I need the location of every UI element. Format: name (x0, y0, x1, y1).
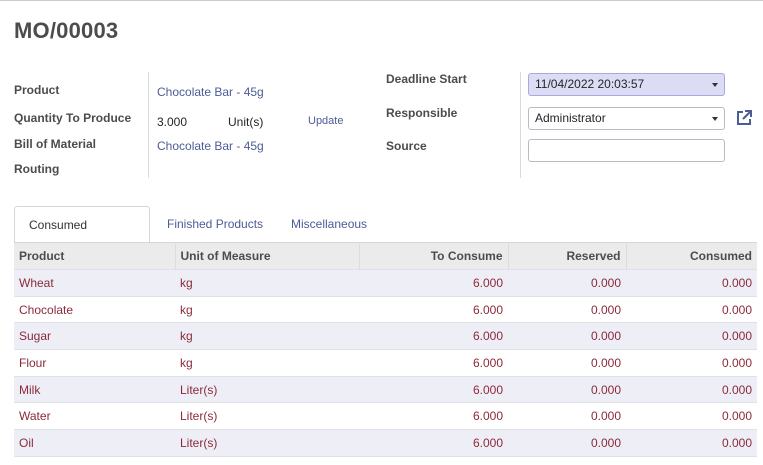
table-row[interactable]: Sugar kg 6.000 0.000 0.000 (14, 322, 757, 350)
cell-reserved: 0.000 (508, 349, 626, 377)
table-row[interactable]: Oil Liter(s) 6.000 0.000 0.000 (14, 429, 757, 457)
cell-uom: kg (175, 269, 359, 297)
cell-consumed: 0.000 (626, 402, 757, 430)
cell-to-consume: 6.000 (359, 429, 508, 457)
table-row[interactable]: Wheat kg 6.000 0.000 0.000 (14, 269, 757, 297)
cell-reserved: 0.000 (508, 375, 626, 403)
table-row[interactable]: Water Liter(s) 6.000 0.000 0.000 (14, 402, 757, 430)
cell-to-consume: 6.000 (359, 295, 508, 323)
cell-consumed: 0.000 (626, 295, 757, 323)
right-group-separator (520, 72, 521, 178)
cell-uom: kg (175, 322, 359, 350)
tab-miscellaneous[interactable]: Miscellaneous (277, 206, 381, 243)
bom-field[interactable]: Chocolate Bar - 45g (157, 139, 264, 153)
external-link-icon[interactable] (735, 109, 753, 127)
cell-reserved: 0.000 (508, 295, 626, 323)
cell-reserved: 0.000 (508, 269, 626, 297)
column-header-to-consume[interactable]: To Consume (359, 242, 509, 270)
cell-uom: kg (175, 295, 359, 323)
cell-product: Flour (14, 349, 175, 377)
product-field[interactable]: Chocolate Bar - 45g (157, 85, 264, 99)
table-row[interactable]: Milk Liter(s) 6.000 0.000 0.000 (14, 375, 757, 403)
routing-label: Routing (14, 162, 60, 176)
quantity-uom: Unit(s) (228, 115, 264, 129)
quantity-label: Quantity To Produce (14, 111, 132, 125)
consumed-materials-table: Product Unit of Measure To Consume Reser… (14, 242, 757, 457)
column-header-product[interactable]: Product (14, 242, 176, 270)
cell-consumed: 0.000 (626, 349, 757, 377)
column-header-uom[interactable]: Unit of Measure (175, 242, 360, 270)
cell-consumed: 0.000 (626, 322, 757, 350)
deadline-start-field[interactable]: 11/04/2022 20:03:57 (528, 73, 725, 96)
cell-product: Sugar (14, 322, 175, 350)
cell-uom: Liter(s) (175, 402, 359, 430)
table-header-row: Product Unit of Measure To Consume Reser… (14, 242, 757, 270)
cell-consumed: 0.000 (626, 269, 757, 297)
quantity-value: 3.000 (157, 115, 188, 129)
responsible-value: Administrator (535, 111, 606, 125)
left-group-separator (148, 72, 149, 178)
cell-to-consume: 6.000 (359, 269, 508, 297)
cell-to-consume: 6.000 (359, 349, 508, 377)
cell-product: Water (14, 402, 175, 430)
source-label: Source (386, 139, 427, 153)
column-header-reserved[interactable]: Reserved (508, 242, 627, 270)
bom-label: Bill of Material (14, 137, 97, 151)
top-border (0, 0, 763, 1)
cell-product: Chocolate (14, 295, 175, 323)
cell-reserved: 0.000 (508, 429, 626, 457)
cell-product: Milk (14, 375, 175, 403)
deadline-label: Deadline Start (386, 72, 467, 86)
cell-reserved: 0.000 (508, 322, 626, 350)
caret-down-icon (712, 117, 718, 121)
cell-consumed: 0.000 (626, 429, 757, 457)
notebook-tabs: Consumed Materials Finished Products Mis… (14, 206, 757, 268)
cell-reserved: 0.000 (508, 402, 626, 430)
table-row[interactable]: Chocolate kg 6.000 0.000 0.000 (14, 295, 757, 323)
responsible-select[interactable]: Administrator (528, 107, 725, 130)
product-label: Product (14, 83, 60, 97)
cell-product: Wheat (14, 269, 175, 297)
responsible-label: Responsible (386, 106, 458, 120)
deadline-start-value: 11/04/2022 20:03:57 (535, 77, 645, 91)
tab-consumed-materials[interactable]: Consumed Materials (14, 206, 150, 268)
table-row[interactable]: Flour kg 6.000 0.000 0.000 (14, 349, 757, 377)
cell-uom: kg (175, 349, 359, 377)
source-input[interactable] (528, 139, 725, 162)
cell-to-consume: 6.000 (359, 402, 508, 430)
cell-to-consume: 6.000 (359, 322, 508, 350)
cell-consumed: 0.000 (626, 375, 757, 403)
update-quantity-link[interactable]: Update (308, 115, 343, 127)
caret-down-icon (712, 83, 718, 87)
cell-to-consume: 6.000 (359, 375, 508, 403)
cell-product: Oil (14, 429, 175, 457)
column-header-consumed[interactable]: Consumed (626, 242, 757, 270)
cell-uom: Liter(s) (175, 375, 359, 403)
tab-finished-products[interactable]: Finished Products (153, 206, 277, 243)
cell-uom: Liter(s) (175, 429, 359, 457)
record-title: MO/00003 (14, 18, 119, 43)
